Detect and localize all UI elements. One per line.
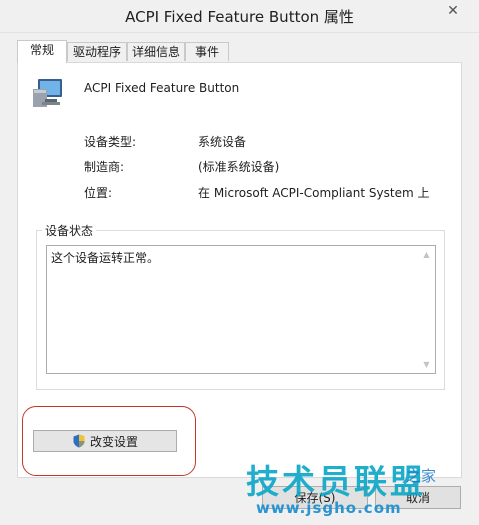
- device-type-label: 设备类型:: [84, 135, 137, 149]
- manufacturer-label: 制造商:: [84, 160, 125, 174]
- device-type-value: 系统设备: [198, 135, 247, 149]
- device-name: ACPI Fixed Feature Button: [84, 81, 240, 95]
- highlight-annotation: [22, 406, 196, 476]
- device-status-group: 设备状态 这个设备运转正常。 ▲ ▼: [36, 222, 445, 390]
- cancel-button[interactable]: 取消: [375, 486, 461, 509]
- save-button[interactable]: 保存(S): [262, 486, 368, 509]
- location-label: 位置:: [84, 186, 113, 200]
- window-title: ACPI Fixed Feature Button 属性: [125, 8, 354, 26]
- close-button[interactable]: ✕: [433, 0, 473, 22]
- scroll-up-icon[interactable]: ▲: [418, 246, 435, 263]
- scroll-down-icon[interactable]: ▼: [418, 356, 435, 373]
- tab-driver[interactable]: 驱动程序: [67, 42, 127, 61]
- device-status-textbox[interactable]: 这个设备运转正常。 ▲ ▼: [46, 245, 436, 374]
- status-scrollbar[interactable]: ▲ ▼: [418, 246, 435, 373]
- monitor-device-icon: [33, 79, 62, 107]
- manufacturer-value: (标准系统设备): [198, 160, 280, 174]
- tab-general[interactable]: 常规: [17, 40, 67, 63]
- title-bar: ACPI Fixed Feature Button 属性 ✕: [0, 0, 479, 33]
- tab-events[interactable]: 事件: [185, 42, 229, 61]
- location-value: 在 Microsoft ACPI-Compliant System 上: [198, 186, 430, 200]
- device-status-text: 这个设备运转正常。: [51, 251, 160, 265]
- tab-details[interactable]: 详细信息: [127, 42, 185, 61]
- device-status-label: 设备状态: [42, 222, 97, 239]
- close-icon: ✕: [447, 3, 459, 19]
